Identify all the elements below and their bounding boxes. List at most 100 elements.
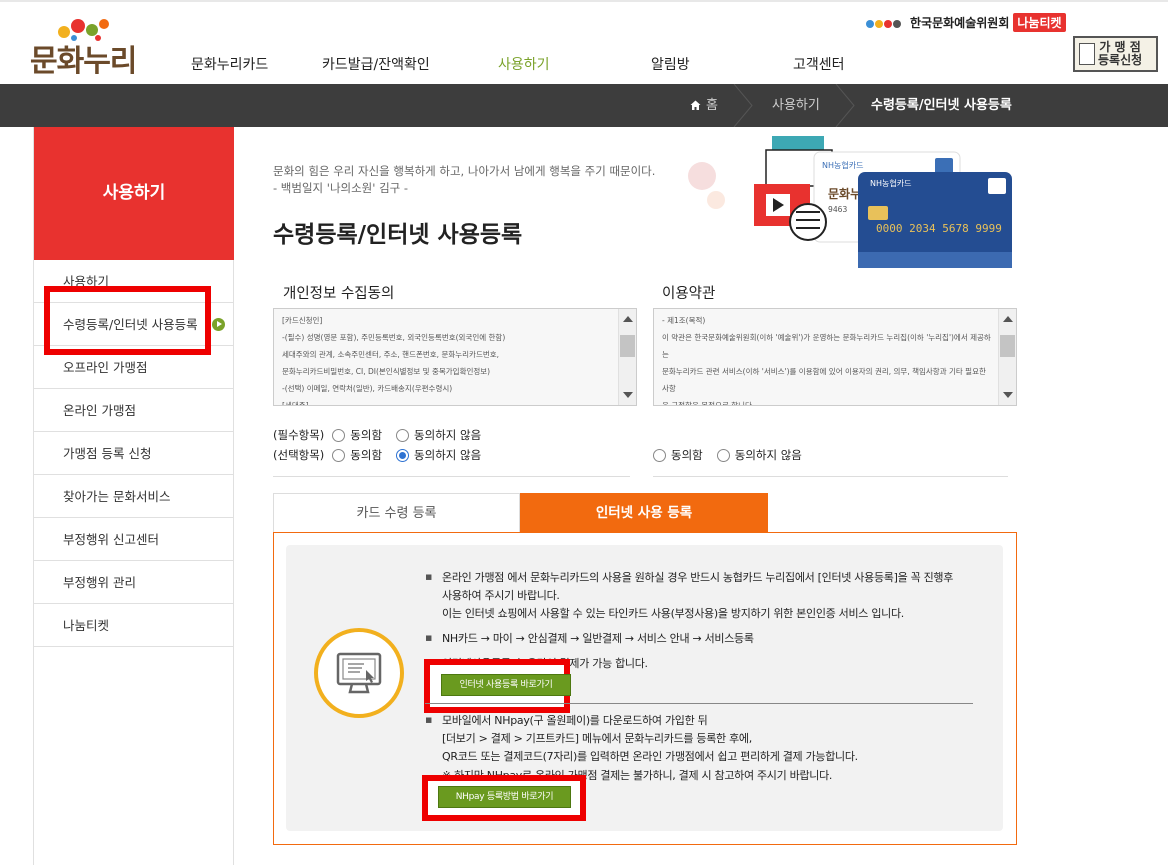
- breadcrumb-current: 수령등록/인터넷 사용등록: [871, 98, 1012, 113]
- info-text: 온라인 가맹점 에서 문화누리카드의 사용을 원하실 경우 반드시 농협카드 누…: [442, 571, 954, 584]
- side-item-usage[interactable]: 사용하기: [34, 260, 233, 303]
- privacy-textbox[interactable]: [카드신청인] -(필수) 성명(영문 포함), 주민등록번호, 외국인등록번호…: [273, 308, 637, 406]
- scroll-down-icon[interactable]: [1003, 392, 1013, 398]
- nav-notice[interactable]: 알림방: [651, 54, 690, 74]
- info-text: 사용하여 주시기 바랍니다.: [442, 589, 560, 602]
- privacy-optional-row: (선택항목) 동의함 동의하지 않음: [273, 447, 481, 463]
- terms-line: 이 약관은 한국문화예술위원회(이하 '예술위')가 운영하는 문화누리카드 누…: [662, 333, 991, 359]
- merchant-apply-label-2: 등록신청: [1098, 53, 1143, 67]
- breadcrumb-separator-icon: [835, 84, 855, 127]
- terms-agree-radio[interactable]: [653, 448, 666, 462]
- side-item-visiting-service[interactable]: 찾아가는 문화서비스: [34, 475, 233, 518]
- required-disagree-label[interactable]: 동의하지 않음: [414, 427, 481, 443]
- divider: [425, 703, 973, 704]
- terms-line: 을 규정함을 목적으로 합니다.: [662, 401, 755, 406]
- breadcrumb-home[interactable]: 홈: [706, 84, 718, 127]
- nav-customer-center[interactable]: 고객센터: [793, 54, 845, 74]
- divider: [273, 476, 630, 477]
- site-header: 문화누리 문화누리카드 카드발급/잔액확인 사용하기 알림방 고객센터 한국문화…: [0, 0, 1168, 84]
- arts-council-logo-icon: [866, 13, 902, 32]
- breadcrumb: 홈 사용하기 수령등록/인터넷 사용등록: [0, 84, 1168, 127]
- computer-monitor-icon: [336, 652, 382, 694]
- info-text: 모바일에서 NHpay(구 올원페이)를 다운로드하여 가입한 뒤: [442, 714, 708, 727]
- arts-council-name: 한국문화예술위원회: [910, 15, 1010, 30]
- divider: [653, 476, 1008, 477]
- terms-title: 이용약관: [662, 286, 716, 302]
- privacy-line: -(필수) 성명(영문 포함), 주민등록번호, 외국인등록번호(외국인에 한함…: [282, 333, 506, 342]
- monitor-badge: [314, 628, 404, 718]
- side-item-label: 수령등록/인터넷 사용등록: [63, 317, 198, 332]
- page-title: 수령등록/인터넷 사용등록: [273, 222, 523, 248]
- quote-source: - 백범일지 '나의소원' 김구 -: [273, 181, 409, 195]
- global-nav: 문화누리카드 카드발급/잔액확인 사용하기 알림방 고객센터: [0, 54, 1000, 76]
- scroll-down-icon[interactable]: [623, 392, 633, 398]
- side-item-nanum-ticket[interactable]: 나눔티켓: [34, 604, 233, 647]
- required-agree-radio[interactable]: [332, 428, 346, 442]
- internet-registration-shortcut-button[interactable]: 인터넷 사용등록 바로가기: [441, 674, 571, 696]
- tab-internet-registration[interactable]: 인터넷 사용 등록: [520, 493, 768, 533]
- terms-agree-label[interactable]: 동의함: [671, 447, 703, 463]
- nav-usage[interactable]: 사용하기: [498, 54, 550, 74]
- terms-disagree-radio[interactable]: [716, 448, 730, 462]
- info-text: QR코드 또는 결제코드(7자리)를 입력하면 온라인 가맹점에서 쉽고 편리하…: [442, 750, 858, 763]
- info-text: NH카드 → 마이 → 안심결제 → 일반결제 → 서비스 안내 → 서비스등록: [442, 632, 754, 645]
- optional-label: (선택항목): [273, 448, 325, 462]
- svg-text:NH농협카드: NH농협카드: [870, 178, 911, 188]
- terms-disagree-label[interactable]: 동의하지 않음: [735, 447, 802, 463]
- privacy-line: [카드신청인]: [282, 316, 323, 325]
- side-nav: 사용하기 사용하기 수령등록/인터넷 사용등록 오프라인 가맹점 온라인 가맹점…: [33, 127, 234, 865]
- privacy-line: [세대주]: [282, 401, 309, 406]
- nav-card-issue[interactable]: 카드발급/잔액확인: [322, 54, 430, 74]
- scroll-up-icon[interactable]: [623, 316, 633, 322]
- privacy-line: 문화누리카드비밀번호, CI, DI(본인식별정보 및 중복가입확인정보): [282, 367, 491, 376]
- side-item-registration[interactable]: 수령등록/인터넷 사용등록: [34, 303, 233, 346]
- terms-line: 문화누리카드 관련 서비스(이하 '서비스')를 이용함에 있어 이용자의 권리…: [662, 367, 986, 393]
- side-item-online-merchant[interactable]: 온라인 가맹점: [34, 389, 233, 432]
- side-item-fraud-management[interactable]: 부정행위 관리: [34, 561, 233, 604]
- optional-agree-radio[interactable]: [332, 448, 346, 462]
- terms-line: - 제1조(목적): [662, 316, 706, 325]
- required-agree-label[interactable]: 동의함: [350, 427, 382, 443]
- tab-card-receipt[interactable]: 카드 수령 등록: [273, 493, 520, 533]
- svg-text:0000 2034 5678 9999: 0000 2034 5678 9999: [876, 222, 1002, 235]
- side-item-offline-merchant[interactable]: 오프라인 가맹점: [34, 346, 233, 389]
- required-label: (필수항목): [273, 428, 325, 442]
- merchant-apply-label-1: 가 맹 점: [1099, 40, 1141, 54]
- breadcrumb-level1[interactable]: 사용하기: [772, 84, 820, 127]
- terms-scrollbar[interactable]: [998, 309, 1016, 405]
- optional-agree-label[interactable]: 동의함: [350, 447, 382, 463]
- breadcrumb-separator-icon: [733, 84, 753, 127]
- required-disagree-radio[interactable]: [396, 428, 410, 442]
- side-item-fraud-report[interactable]: 부정행위 신고센터: [34, 518, 233, 561]
- privacy-title: 개인정보 수집동의: [283, 286, 395, 302]
- svg-text:NH농협카드: NH농협카드: [822, 160, 863, 170]
- privacy-scrollbar[interactable]: [618, 309, 636, 405]
- terms-agree-row: 동의함 동의하지 않음: [645, 447, 802, 463]
- bullet-icon: ▪: [425, 713, 433, 726]
- privacy-line: 세대주와의 관계, 소속주민센터, 주소, 핸드폰번호, 문화누리카드번호,: [282, 350, 500, 359]
- scroll-up-icon[interactable]: [1003, 316, 1013, 322]
- info-text: 인터넷사용등록 후 온라인 결제가 가능 합니다.: [442, 657, 648, 670]
- info-text: [더보기 > 결제 > 기프트카드] 메뉴에서 문화누리카드를 등록한 후에,: [442, 732, 752, 745]
- arrow-right-icon: [212, 318, 225, 331]
- info-text: 이는 인터넷 쇼핑에서 사용할 수 있는 타인카드 사용(부정사용)을 방지하기…: [442, 607, 904, 620]
- arts-council-link[interactable]: 한국문화예술위원회 나눔티켓: [866, 12, 1066, 32]
- info-text: ※ 하지만 NHpay로 온라인 가맹점 결제는 불가하니, 결제 시 참고하여…: [442, 769, 833, 782]
- terms-textbox[interactable]: - 제1조(목적) 이 약관은 한국문화예술위원회(이하 '예술위')가 운영하…: [653, 308, 1017, 406]
- privacy-line: -(선택) 이메일, 연락처(일반), 카드배송지(우편수령시): [282, 384, 453, 393]
- bullet-icon: ▪: [425, 570, 433, 583]
- nanum-ticket-link[interactable]: 나눔티켓: [1013, 12, 1066, 32]
- nhpay-guide-shortcut-button[interactable]: NHpay 등록방법 바로가기: [438, 786, 571, 808]
- scroll-thumb[interactable]: [1000, 335, 1015, 357]
- quote-text: 문화의 힘은 우리 자신을 행복하게 하고, 나아가서 남에게 행복을 주기 때…: [273, 164, 656, 178]
- document-icon: [1079, 43, 1095, 65]
- side-item-merchant-apply[interactable]: 가맹점 등록 신청: [34, 432, 233, 475]
- card-illustration: NH농협카드 문화누리 9463 NH농협카드 0000 2034 5678 9…: [688, 136, 1012, 268]
- privacy-required-row: (필수항목) 동의함 동의하지 않음: [273, 427, 481, 443]
- optional-disagree-label[interactable]: 동의하지 않음: [414, 447, 481, 463]
- scroll-thumb[interactable]: [620, 335, 635, 357]
- merchant-apply-button[interactable]: 가 맹 점 등록신청: [1073, 36, 1158, 72]
- nav-munhwanuri-card[interactable]: 문화누리카드: [191, 54, 268, 74]
- side-nav-title: 사용하기: [34, 127, 234, 260]
- optional-disagree-radio[interactable]: [396, 448, 410, 462]
